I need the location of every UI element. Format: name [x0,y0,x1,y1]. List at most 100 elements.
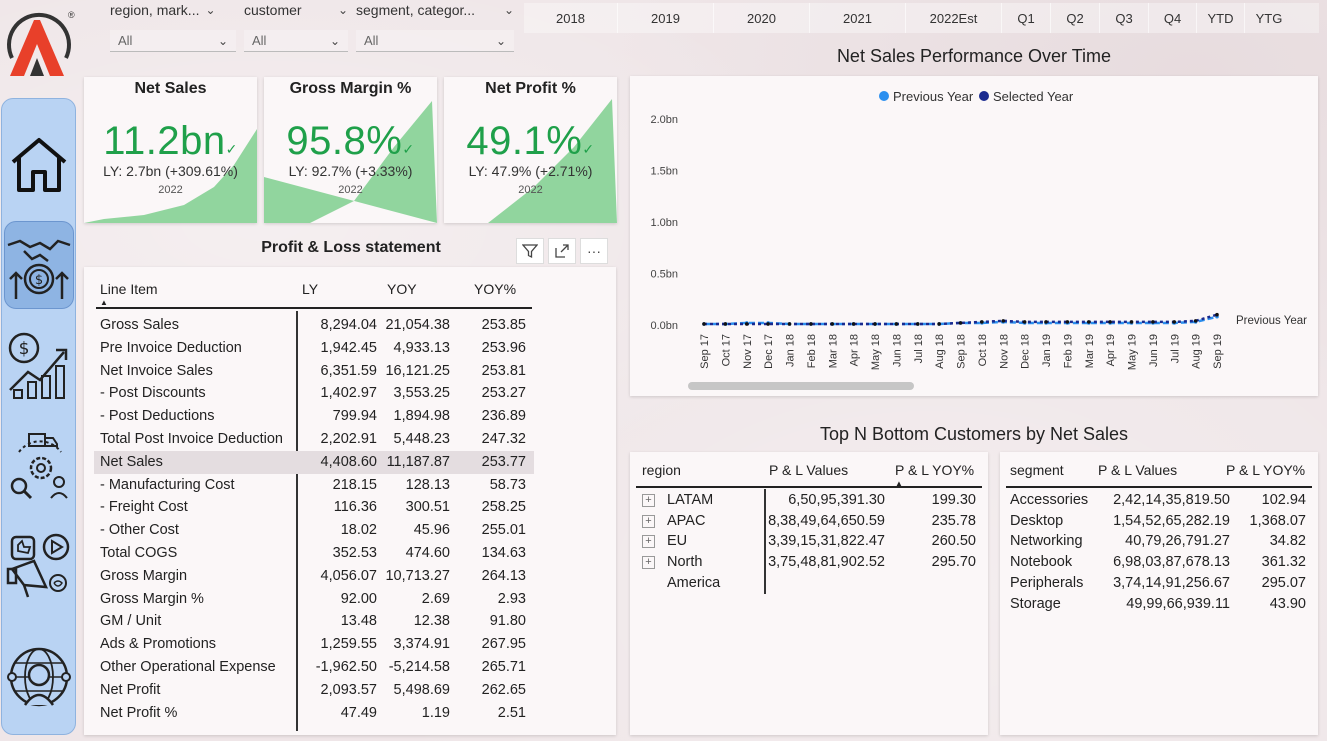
table-row[interactable]: - Other Cost 18.02 45.96 255.01 [94,519,534,542]
pl-cell-ly: 1,942.45 [320,339,377,356]
period-q2-button[interactable]: Q2 [1051,3,1100,33]
period-q4-button[interactable]: Q4 [1149,3,1197,33]
period-2020-button[interactable]: 2020 [714,3,810,33]
slicer-segment[interactable]: segment, categor... ⌄ All ⌄ [356,0,514,52]
segment-cell-name[interactable]: Desktop [1010,513,1063,529]
table-row[interactable]: Total Post Invoice Deduction 2,202.91 5,44… [94,428,534,451]
slicer-region-title: region, mark... [110,2,200,18]
slicer-customer[interactable]: customer ⌄ All ⌄ [244,0,348,52]
table-row[interactable]: - Freight Cost 116.36 300.51 258.25 [94,496,534,519]
filter-icon[interactable] [516,238,544,264]
period-q3-button[interactable]: Q3 [1100,3,1149,33]
focus-mode-icon[interactable] [548,238,576,264]
kpi-net-profit-year: 2022 [518,184,543,196]
nav-home[interactable] [4,121,74,209]
table-row[interactable]: Pre Invoice Deduction 1,942.45 4,933.13 253… [94,337,534,360]
pl-header-ly[interactable]: LY [302,281,318,301]
expand-icon[interactable]: + [642,556,655,570]
table-row[interactable]: Ads & Promotions 1,259.55 3,374.91 267.95 [94,633,534,656]
region-cell-name[interactable]: North [667,554,702,570]
table-row[interactable]: Total COGS 352.53 474.60 134.63 [94,542,534,565]
kpi-card-net-sales[interactable]: Net Sales 11.2bn✓ LY: 2.7bn (+309.61%) 2… [84,77,257,223]
table-row[interactable]: Gross Sales 8,294.04 21,054.38 253.85 [94,314,534,337]
period-2018-button[interactable]: 2018 [524,3,618,33]
segment-header[interactable]: segment [1010,462,1064,478]
region-cell-name[interactable]: EU [667,533,687,549]
table-row[interactable]: Net Invoice Sales 6,351.59 16,121.25 253.81 [94,360,534,383]
kpi-card-net-profit[interactable]: Net Profit % 49.1%✓ LY: 47.9% (+2.71%) 2… [444,77,617,223]
table-row[interactable]: Gross Margin % 92.00 2.69 2.93 [94,588,534,611]
period-ytd-button[interactable]: YTD [1197,3,1245,33]
nav-supply-chain-view[interactable] [4,421,74,509]
slicer-region-dropdown[interactable]: All ⌄ [110,30,236,52]
data-point [1172,320,1177,324]
slicer-region[interactable]: region, mark... ⌄ All ⌄ [110,0,236,52]
region-yoy-header[interactable]: P & L YOY% ▲ [895,462,974,488]
horizontal-scrollbar[interactable] [688,382,914,390]
table-row[interactable]: Net Profit % 47.49 1.19 2.51 [94,702,534,725]
nav-marketing-view[interactable] [4,521,74,609]
kpi-net-profit-value: 49.1%✓ [466,119,595,163]
segment-cell-name[interactable]: Peripherals [1010,575,1083,591]
kpi-gross-margin-year: 2022 [338,184,363,196]
table-row[interactable]: - Post Deductions 799.94 1,894.98 236.89 [94,405,534,428]
table-row[interactable]: Gross Margin 4,056.07 10,713.27 264.13 [94,565,534,588]
pl-header-yoy-pct[interactable]: YOY% [474,281,516,301]
segment-values-header[interactable]: P & L Values [1098,462,1177,478]
region-cell-name[interactable]: APAC [667,513,705,529]
table-row[interactable]: Other Operational Expense -1,962.50 -5,214… [94,656,534,679]
region-values-header[interactable]: P & L Values [769,462,848,478]
segment-cell-name[interactable]: Notebook [1010,554,1072,570]
table-row[interactable]: Net Profit 2,093.57 5,498.69 262.65 [94,679,534,702]
pl-cell-line-item: Net Sales [100,453,163,470]
region-cell-name[interactable]: LATAM [667,492,713,508]
pl-cell-yoy-pct: 253.85 [481,317,526,333]
segment-cell-name[interactable]: Storage [1010,596,1061,612]
nav-finance-view[interactable]: $ [4,221,74,309]
table-row[interactable]: - Post Discounts 1,402.97 3,553.25 253.27 [94,382,534,405]
segment-cell-value: 1,54,52,65,282.19 [1113,512,1230,529]
x-tick-label: Mar 19 [1084,334,1096,368]
table-row[interactable]: GM / Unit 13.48 12.38 91.80 [94,610,534,633]
pl-header-yoy[interactable]: YOY [387,281,417,301]
chevron-down-icon[interactable]: ⌄ [205,3,215,17]
pl-header-line-item[interactable]: Line Item ▲ [100,281,158,307]
period-q1-button[interactable]: Q1 [1002,3,1051,33]
slicer-segment-dropdown[interactable]: All ⌄ [356,30,514,52]
data-point [1022,320,1027,324]
data-point [1001,319,1006,323]
chevron-down-icon[interactable]: ⌄ [504,3,514,17]
region-header[interactable]: region [642,462,681,478]
chevron-down-icon: ⌄ [329,33,340,48]
x-tick-label: Aug 19 [1191,334,1203,369]
segment-cell-name[interactable]: Networking [1010,533,1083,549]
period-ytg-button[interactable]: YTG [1245,3,1293,33]
check-icon: ✓ [225,141,238,157]
period-2022est-button[interactable]: 2022Est [906,3,1002,33]
x-tick-label: Sep 18 [956,334,968,369]
pl-cell-line-item: Net Profit % [100,704,178,721]
expand-icon[interactable]: + [642,494,655,507]
check-icon: ✓ [582,141,595,157]
chevron-down-icon[interactable]: ⌄ [338,3,348,17]
period-2021-button[interactable]: 2021 [810,3,906,33]
slicer-customer-dropdown[interactable]: All ⌄ [244,30,348,52]
expand-icon[interactable]: + [642,535,655,549]
segment-cell-name[interactable]: Accessories [1010,492,1088,508]
expand-icon[interactable]: + [642,514,655,528]
segment-yoy-header[interactable]: P & L YOY% [1226,462,1305,478]
pl-cell-ly: 6,351.59 [320,362,377,379]
period-2019-button[interactable]: 2019 [618,3,714,33]
segment-cell-yoy: 102.94 [1261,492,1306,508]
table-row[interactable]: - Manufacturing Cost 218.15 128.13 58.73 [94,474,534,497]
nav-sales-view[interactable]: $ [4,321,74,409]
x-tick-label: Sep 19 [1212,334,1224,369]
x-tick-label: Jul 18 [913,334,925,363]
kpi-card-gross-margin[interactable]: Gross Margin % 95.8%✓ LY: 92.7% (+3.33%)… [264,77,437,223]
more-options-icon[interactable]: ··· [580,238,608,264]
data-point [851,322,856,326]
pl-cell-yoy: 1.19 [421,704,450,721]
table-row[interactable]: Net Sales 4,408.60 11,187.87 253.77 [94,450,534,474]
pl-cell-yoy: 21,054.38 [385,317,450,333]
nav-support-view[interactable] [4,635,74,723]
